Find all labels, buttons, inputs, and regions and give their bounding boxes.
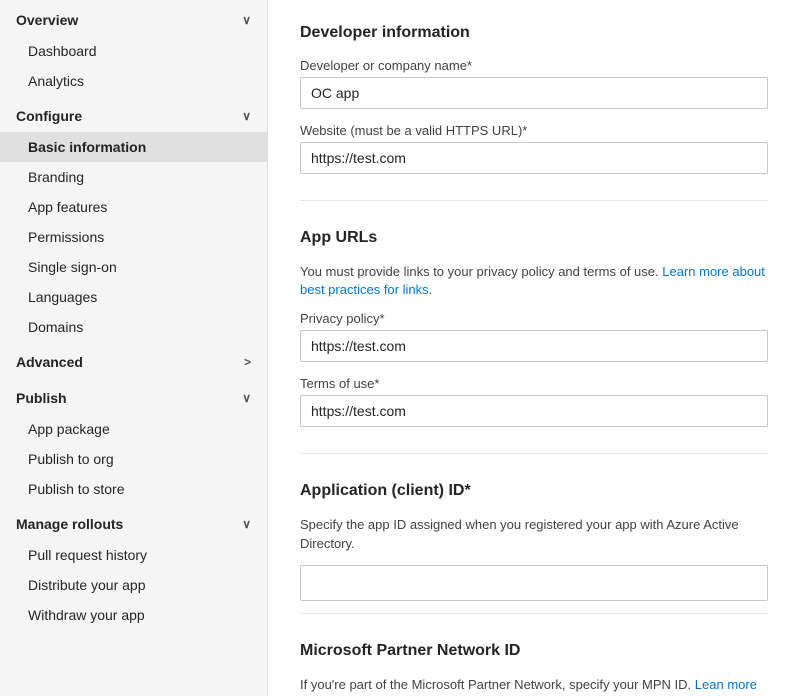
mpn-section: Microsoft Partner Network ID If you're p…	[300, 642, 768, 696]
sidebar-section-advanced[interactable]: Advanced >	[0, 342, 267, 378]
app-id-input[interactable]	[300, 565, 768, 601]
sidebar-item-languages[interactable]: Languages	[0, 282, 267, 312]
sidebar-section-configure[interactable]: Configure ∨	[0, 96, 267, 132]
sidebar-item-single-sign-on[interactable]: Single sign-on	[0, 252, 267, 282]
app-id-description: Specify the app ID assigned when you reg…	[300, 516, 768, 552]
app-urls-section: App URLs You must provide links to your …	[300, 229, 768, 454]
sidebar-item-distribute-your-app[interactable]: Distribute your app	[0, 570, 267, 600]
main-content: Developer information Developer or compa…	[268, 0, 800, 696]
sidebar-section-publish[interactable]: Publish ∨	[0, 378, 267, 414]
privacy-policy-label: Privacy policy*	[300, 311, 768, 326]
app-urls-description: You must provide links to your privacy p…	[300, 263, 768, 299]
company-name-input[interactable]	[300, 77, 768, 109]
mpn-title: Microsoft Partner Network ID	[300, 642, 768, 660]
sidebar-section-advanced-label: Advanced	[16, 354, 83, 370]
mpn-description: If you're part of the Microsoft Partner …	[300, 676, 768, 696]
sidebar-item-publish-to-org[interactable]: Publish to org	[0, 444, 267, 474]
terms-of-use-input[interactable]	[300, 395, 768, 427]
app-id-title: Application (client) ID*	[300, 482, 768, 500]
sidebar-item-app-features[interactable]: App features	[0, 192, 267, 222]
sidebar-section-manage-rollouts[interactable]: Manage rollouts ∨	[0, 504, 267, 540]
developer-information-section: Developer information Developer or compa…	[300, 24, 768, 201]
app-urls-title: App URLs	[300, 229, 768, 247]
sidebar-section-configure-chevron: ∨	[242, 109, 251, 123]
sidebar-item-branding[interactable]: Branding	[0, 162, 267, 192]
app-id-section: Application (client) ID* Specify the app…	[300, 482, 768, 613]
sidebar: Overview ∨ Dashboard Analytics Configure…	[0, 0, 268, 696]
sidebar-section-overview-label: Overview	[16, 12, 78, 28]
sidebar-section-publish-chevron: ∨	[242, 391, 251, 405]
developer-information-title: Developer information	[300, 24, 768, 42]
website-label: Website (must be a valid HTTPS URL)*	[300, 123, 768, 138]
sidebar-section-advanced-chevron: >	[244, 355, 251, 369]
sidebar-section-manage-rollouts-chevron: ∨	[242, 517, 251, 531]
sidebar-item-publish-to-store[interactable]: Publish to store	[0, 474, 267, 504]
sidebar-section-configure-label: Configure	[16, 108, 82, 124]
terms-of-use-label: Terms of use*	[300, 376, 768, 391]
sidebar-item-domains[interactable]: Domains	[0, 312, 267, 342]
website-input[interactable]	[300, 142, 768, 174]
sidebar-item-app-package[interactable]: App package	[0, 414, 267, 444]
sidebar-item-withdraw-your-app[interactable]: Withdraw your app	[0, 600, 267, 630]
company-name-label: Developer or company name*	[300, 58, 768, 73]
sidebar-section-manage-rollouts-label: Manage rollouts	[16, 516, 123, 532]
sidebar-item-permissions[interactable]: Permissions	[0, 222, 267, 252]
privacy-policy-input[interactable]	[300, 330, 768, 362]
sidebar-section-publish-label: Publish	[16, 390, 67, 406]
sidebar-item-pull-request-history[interactable]: Pull request history	[0, 540, 267, 570]
sidebar-section-overview[interactable]: Overview ∨	[0, 0, 267, 36]
sidebar-item-basic-information[interactable]: Basic information	[0, 132, 267, 162]
sidebar-item-dashboard[interactable]: Dashboard	[0, 36, 267, 66]
sidebar-item-analytics[interactable]: Analytics	[0, 66, 267, 96]
sidebar-section-overview-chevron: ∨	[242, 13, 251, 27]
